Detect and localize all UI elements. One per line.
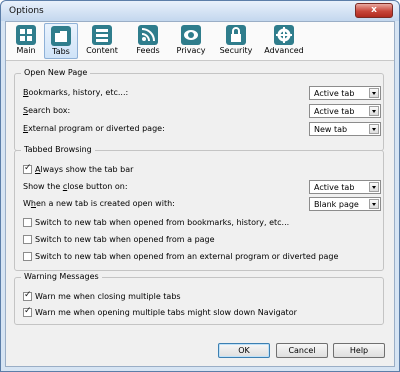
switch-from-bookmarks-checkbox[interactable] [23,218,32,227]
toolbar-feeds[interactable]: Feeds [131,23,165,59]
toolbar-label: Feeds [136,46,160,55]
toolbar-privacy[interactable]: Privacy [172,23,210,59]
group-title: Tabbed Browsing [21,145,95,154]
select-value: Active tab [314,107,355,116]
group-title: Open New Page [21,68,91,77]
main-icon [16,25,36,45]
toolbar-tabs[interactable]: Tabs [44,23,78,59]
close-button-select[interactable]: Active tab [309,180,381,194]
toolbar-label: Content [86,46,118,55]
tabbed-browsing-group: Tabbed Browsing Always show the tab bar … [14,145,384,271]
close-button[interactable]: x [355,3,393,18]
search-box-label: Search box: [23,106,71,115]
select-value: New tab [314,125,348,134]
dialog-body: Main Tabs Content Feeds Privacy Security… [5,21,395,367]
close-button-label: Show the close button on: [23,182,128,191]
search-box-select[interactable]: Active tab [309,104,381,118]
select-value: Active tab [314,183,355,192]
help-button[interactable]: Help [333,343,385,358]
new-tab-open-with-label: When a new tab is created open with: [23,199,175,208]
chevron-down-icon[interactable] [369,88,379,98]
chevron-down-icon[interactable] [369,199,379,209]
switch-from-bookmarks-label: Switch to new tab when opened from bookm… [35,218,290,227]
warn-opening-tabs-checkbox[interactable] [23,306,32,317]
always-show-tab-bar-checkbox[interactable] [23,163,32,174]
toolbar-advanced[interactable]: Advanced [262,23,306,59]
toolbar-security[interactable]: Security [216,23,256,59]
warning-messages-group: Warning Messages Warn me when closing mu… [14,272,384,325]
switch-from-external-checkbox[interactable] [23,252,32,261]
toolbar-label: Tabs [52,47,70,56]
options-toolbar: Main Tabs Content Feeds Privacy Security… [6,22,394,61]
toolbar-content[interactable]: Content [82,23,122,59]
switch-from-page-label: Switch to new tab when opened from a pag… [35,235,215,244]
group-title: Warning Messages [21,272,102,281]
external-program-select[interactable]: New tab [309,122,381,136]
switch-from-page-checkbox[interactable] [23,235,32,244]
window-title: Options [9,6,44,16]
toolbar-label: Main [16,46,36,55]
new-tab-open-with-select[interactable]: Blank page [309,197,381,211]
chevron-down-icon[interactable] [369,182,379,192]
security-icon [226,25,246,45]
content-icon [92,25,112,45]
feeds-icon [138,25,158,45]
external-program-label: External program or diverted page: [23,124,165,133]
title-bar[interactable]: Options x [1,1,399,21]
chevron-down-icon[interactable] [369,106,379,116]
chevron-down-icon[interactable] [369,124,379,134]
cancel-button[interactable]: Cancel [276,343,328,358]
warn-closing-tabs-label: Warn me when closing multiple tabs [35,292,181,301]
warn-closing-tabs-checkbox[interactable] [23,290,32,301]
always-show-tab-bar-label: Always show the tab bar [35,165,134,174]
tabs-icon [51,26,71,46]
bookmarks-label: Bookmarks, history, etc...: [23,88,129,97]
warn-opening-tabs-label: Warn me when opening multiple tabs might… [35,308,297,317]
ok-button[interactable]: OK [218,343,270,358]
privacy-icon [181,25,201,45]
advanced-icon [274,25,294,45]
open-new-page-group: Open New Page Bookmarks, history, etc...… [14,68,384,151]
toolbar-label: Privacy [176,46,206,55]
bookmarks-select[interactable]: Active tab [309,86,381,100]
toolbar-label: Security [219,46,253,55]
toolbar-label: Advanced [264,46,304,55]
toolbar-main[interactable]: Main [11,23,41,59]
select-value: Active tab [314,89,355,98]
select-value: Blank page [314,200,359,209]
switch-from-external-label: Switch to new tab when opened from an ex… [35,252,339,261]
options-window: Options x Main Tabs Content Feeds Privac… [0,0,400,372]
